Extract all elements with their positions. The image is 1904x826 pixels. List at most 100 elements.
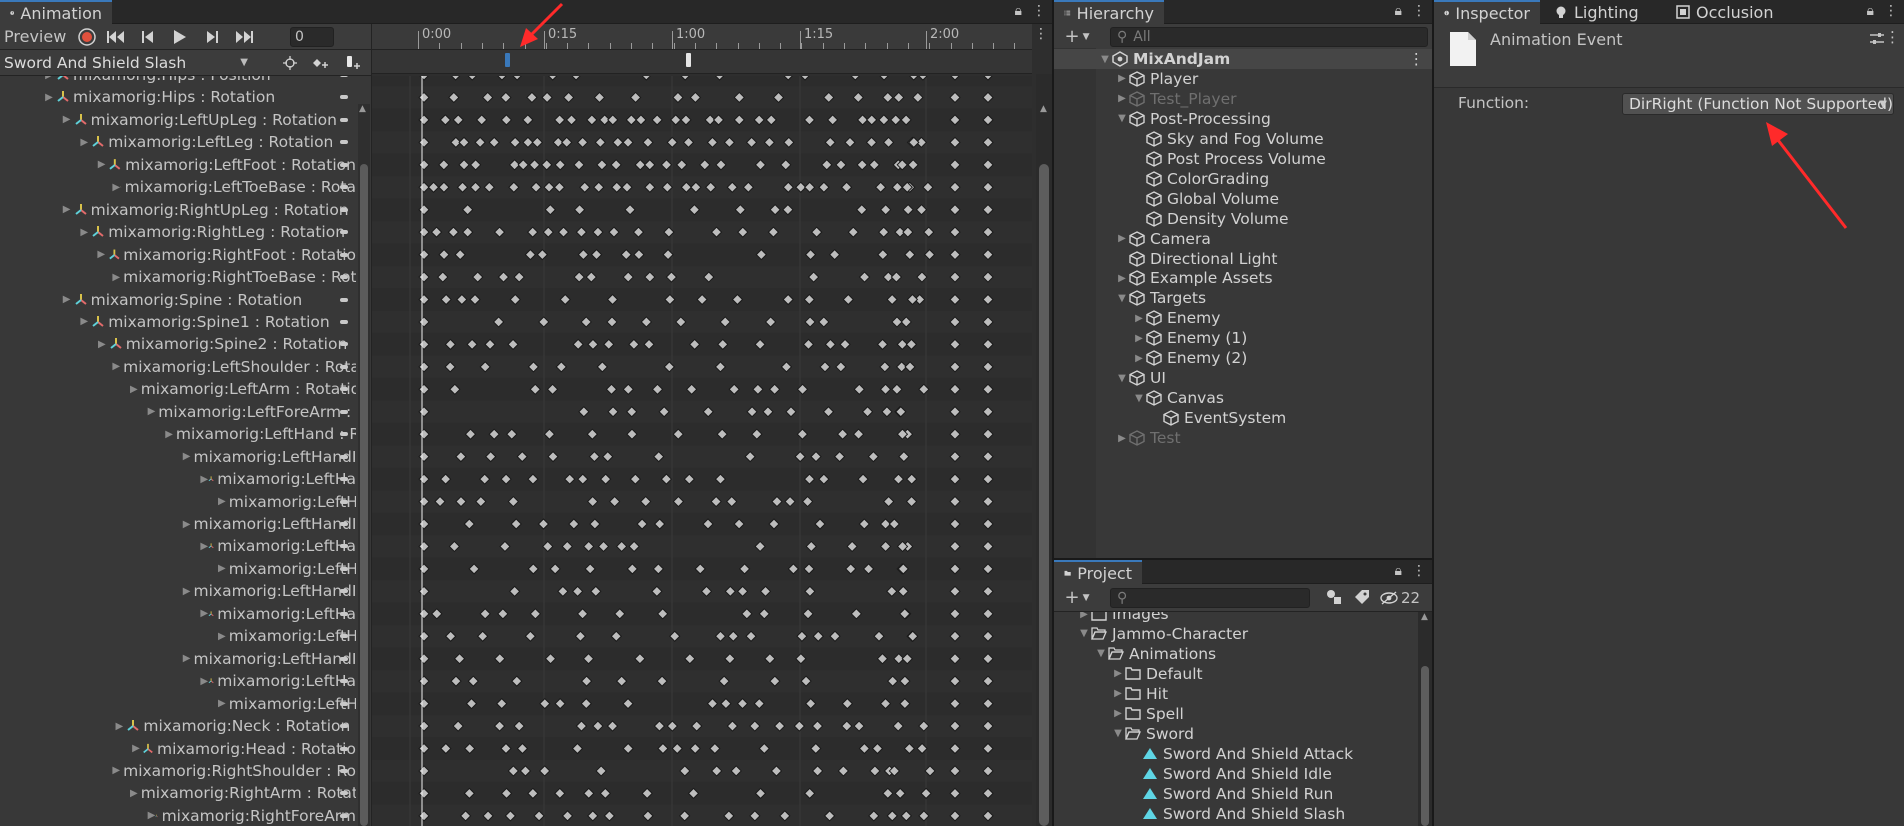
hierarchy-search-input[interactable]: ⚲ All [1110, 27, 1428, 47]
expand-arrow-icon[interactable]: ▶ [112, 765, 120, 776]
expand-arrow-icon[interactable]: ▶ [130, 788, 138, 799]
property-row[interactable]: ▶ mixamorig:Hips : Rotation [0, 86, 356, 108]
property-row[interactable]: ▶ mixamorig:Neck : Rotation [0, 715, 356, 737]
property-row[interactable]: ▶ mixamorig:LeftHandI [0, 513, 356, 535]
expand-arrow-icon[interactable]: ▶ [42, 76, 56, 81]
scroll-up-arrow-icon[interactable]: ▲ [1040, 104, 1047, 114]
dopesheet[interactable]: 0:00 0:15 1:00 1:15 2:00 ⋮ ▲ [372, 24, 1052, 826]
expanded-arrow-icon[interactable]: ▼ [1132, 393, 1146, 404]
property-row[interactable]: ▶ mixamorig:LeftShoulder : Rota [0, 356, 356, 378]
expand-arrow-icon[interactable]: ▶ [218, 563, 226, 574]
expand-arrow-icon[interactable]: ▶ [200, 541, 208, 552]
track-row[interactable] [372, 86, 1032, 109]
property-row[interactable]: ▶ mixamorig:LeftHa [0, 670, 356, 692]
play-button[interactable] [164, 29, 196, 44]
kebab-menu-icon[interactable]: ⋮ [1884, 3, 1898, 19]
property-options-icon[interactable] [340, 679, 348, 684]
hierarchy-item[interactable]: ▼ MixAndJam ⋮ [1054, 49, 1432, 69]
expand-arrow-icon[interactable]: ▶ [42, 92, 56, 103]
property-row[interactable]: ▶ mixamorig:LeftH [0, 625, 356, 647]
hierarchy-item[interactable]: Density Volume [1054, 209, 1432, 229]
property-options-icon[interactable] [340, 387, 348, 392]
property-options-icon[interactable] [340, 566, 348, 571]
create-button[interactable]: + ▼ [1060, 26, 1094, 47]
folder-item[interactable]: ▶ Images [1054, 612, 1416, 624]
property-options-icon[interactable] [340, 724, 348, 729]
hierarchy-item[interactable]: ▼ UI [1054, 368, 1432, 388]
property-options-icon[interactable] [340, 813, 348, 818]
tab-inspector[interactable]: Inspector [1434, 0, 1540, 24]
search-by-label-button[interactable] [1352, 589, 1372, 605]
expanded-arrow-icon[interactable]: ▼ [1115, 293, 1129, 304]
property-row[interactable]: ▶ mixamorig:RightForeArm [0, 805, 356, 826]
track-row[interactable] [372, 647, 1032, 670]
property-row[interactable]: ▶ mixamorig:LeftHandI [0, 648, 356, 670]
property-options-icon[interactable] [340, 95, 348, 100]
track-row[interactable] [372, 108, 1032, 131]
project-search-input[interactable]: ⚲ [1110, 588, 1310, 608]
animation-clip-item[interactable]: Sword And Shield Idle [1054, 764, 1416, 784]
property-options-icon[interactable] [340, 297, 348, 302]
expand-arrow-icon[interactable]: ▶ [112, 721, 126, 732]
property-row[interactable]: ▶ mixamorig:RightToeBase : Rot [0, 266, 356, 288]
property-row[interactable]: ▶ mixamorig:Spine : Rotation [0, 289, 356, 311]
hidden-packages-button[interactable]: 22 [1380, 589, 1420, 607]
settings-sliders-icon[interactable] [1870, 32, 1884, 46]
record-button[interactable] [74, 27, 100, 46]
track-row[interactable] [372, 378, 1032, 401]
expand-arrow-icon[interactable]: ▶ [95, 159, 109, 170]
property-options-icon[interactable] [340, 477, 348, 482]
expand-arrow-icon[interactable]: ▶ [183, 519, 191, 530]
hierarchy-item[interactable]: ▶ Player [1054, 69, 1432, 89]
track-row[interactable] [372, 310, 1032, 333]
hierarchy-item[interactable]: Directional Light [1054, 249, 1432, 269]
expanded-arrow-icon[interactable]: ▼ [1077, 628, 1091, 639]
hierarchy-item[interactable]: ▼ Post-Processing [1054, 109, 1432, 129]
expanded-arrow-icon[interactable]: ▼ [1111, 728, 1125, 739]
first-key-button[interactable] [100, 30, 132, 43]
lock-icon[interactable]: 🔒︎ [1395, 3, 1402, 19]
expand-arrow-icon[interactable]: ▶ [130, 384, 138, 395]
property-row[interactable]: ▶ mixamorig:LeftH [0, 693, 356, 715]
collapsed-arrow-icon[interactable]: ▶ [1132, 353, 1146, 364]
event-bar[interactable] [372, 50, 1032, 74]
property-options-icon[interactable] [340, 432, 348, 437]
animation-clip-item[interactable]: Sword And Shield Slash [1054, 804, 1416, 824]
expand-arrow-icon[interactable]: ▶ [77, 316, 91, 327]
property-options-icon[interactable] [340, 275, 348, 280]
tab-lighting[interactable]: Lighting [1544, 0, 1649, 24]
folder-item[interactable]: ▼ Jammo-Character [1054, 624, 1416, 644]
property-options-icon[interactable] [340, 319, 348, 324]
expand-arrow-icon[interactable]: ▶ [112, 182, 120, 193]
hierarchy-item[interactable]: ▶ Enemy (2) [1054, 348, 1432, 368]
expand-arrow-icon[interactable]: ▶ [183, 451, 191, 462]
hierarchy-item[interactable]: Global Volume [1054, 189, 1432, 209]
add-keyframe-button[interactable] [310, 56, 332, 70]
hierarchy-item[interactable]: ▼ Canvas [1054, 388, 1432, 408]
function-dropdown[interactable]: DirRight (Function Not Supported) ▼ [1622, 93, 1894, 115]
property-options-icon[interactable] [340, 409, 348, 414]
keyframe-grid[interactable] [372, 76, 1032, 826]
property-row[interactable]: ▶ mixamorig:LeftHa [0, 603, 356, 625]
property-row[interactable]: ▶ mixamorig:LeftToeBase : Rota [0, 176, 356, 198]
track-row[interactable] [372, 131, 1032, 154]
property-options-icon[interactable] [340, 117, 348, 122]
collapsed-arrow-icon[interactable]: ▶ [1115, 233, 1129, 244]
expand-arrow-icon[interactable]: ▶ [148, 406, 156, 417]
animation-event-marker[interactable] [685, 53, 693, 67]
track-row[interactable] [372, 602, 1032, 625]
tab-occlusion[interactable]: Occlusion [1666, 0, 1783, 24]
property-options-icon[interactable] [340, 611, 348, 616]
expand-arrow-icon[interactable]: ▶ [148, 810, 156, 821]
expand-arrow-icon[interactable]: ▶ [183, 653, 191, 664]
scroll-up-arrow-icon[interactable]: ▲ [359, 104, 366, 114]
track-row[interactable] [372, 804, 1032, 826]
property-options-icon[interactable] [340, 768, 348, 773]
expand-arrow-icon[interactable]: ▶ [218, 631, 226, 642]
property-list-scrollbar[interactable]: ▲ [358, 104, 370, 826]
scrollbar-thumb[interactable] [1421, 666, 1429, 826]
track-row[interactable] [372, 400, 1032, 423]
expanded-arrow-icon[interactable]: ▼ [1098, 54, 1112, 65]
property-row[interactable]: ▶ mixamorig:LeftHandI [0, 446, 356, 468]
property-row[interactable]: ▶ mixamorig:LeftHandI [0, 580, 356, 602]
